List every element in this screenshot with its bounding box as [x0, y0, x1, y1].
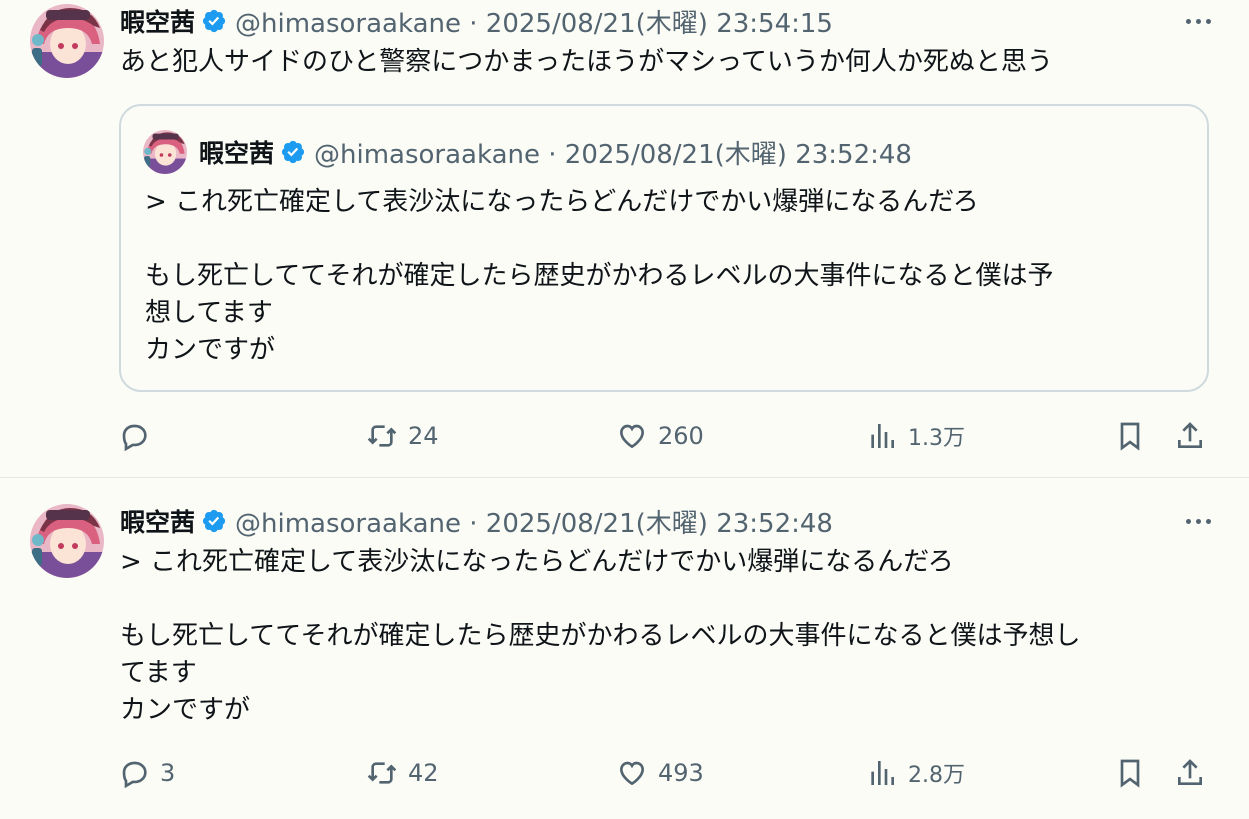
tweet-header: 暇空茜 @himasoraakane · 2025/08/21(木曜) 23:5… — [120, 503, 833, 540]
reply-button[interactable]: 3 — [118, 753, 175, 793]
like-button[interactable]: 260 — [616, 416, 704, 456]
reply-button[interactable] — [118, 416, 160, 456]
tweet-header: 暇空茜 @himasoraakane · 2025/08/21(木曜) 23:5… — [120, 3, 833, 40]
action-bar: 3 42 493 2.8万 — [118, 753, 1210, 793]
like-count: 493 — [658, 759, 704, 787]
bookmark-icon — [1120, 759, 1140, 788]
quoted-tweet-header: 暇空茜 @himasoraakane · 2025/08/21(木曜) 23:5… — [199, 134, 912, 170]
display-name[interactable]: 暇空茜 — [120, 503, 195, 539]
more-icon[interactable] — [1181, 4, 1215, 38]
handle-and-timestamp: @himasoraakane · 2025/08/21(木曜) 23:52:48 — [314, 139, 912, 170]
verified-badge-icon — [280, 139, 306, 165]
retweet-count: 24 — [408, 422, 439, 450]
reply-icon — [122, 424, 147, 452]
bookmark-icon — [1120, 422, 1140, 451]
share-icon — [1178, 759, 1202, 785]
retweet-icon — [367, 762, 397, 784]
action-bar: 24 260 1.3万 — [118, 416, 1210, 456]
retweet-icon — [367, 425, 397, 447]
views-icon — [871, 761, 894, 785]
share-button[interactable] — [1174, 416, 1206, 456]
share-icon — [1178, 422, 1202, 448]
avatar[interactable] — [30, 4, 104, 78]
share-button[interactable] — [1174, 753, 1206, 793]
views-button[interactable]: 1.3万 — [866, 416, 965, 456]
like-button[interactable]: 493 — [616, 753, 704, 793]
retweet-button[interactable]: 24 — [366, 416, 439, 456]
avatar[interactable] — [30, 504, 104, 578]
verified-badge-icon — [201, 508, 227, 534]
more-icon[interactable] — [1181, 504, 1215, 538]
quoted-tweet-text: > これ死亡確定して表沙汰になったらどんだけでかい爆弾になるんだろ もし死亡して… — [145, 187, 1054, 365]
like-icon — [619, 424, 645, 449]
views-button[interactable]: 2.8万 — [866, 753, 965, 793]
reply-icon — [122, 761, 147, 789]
quoted-tweet[interactable]: 暇空茜 @himasoraakane · 2025/08/21(木曜) 23:5… — [119, 104, 1209, 392]
tweet-text: あと犯人サイドのひと警察につかまったほうがマシっていうか何人か死ぬと思う — [120, 47, 1053, 77]
like-icon — [619, 761, 645, 786]
views-icon — [871, 424, 894, 448]
bookmark-button[interactable] — [1114, 416, 1146, 456]
tweet-text: > これ死亡確定して表沙汰になったらどんだけでかい爆弾になるんだろ もし死亡して… — [120, 547, 1081, 725]
retweet-count: 42 — [408, 759, 439, 787]
handle-and-timestamp[interactable]: @himasoraakane · 2025/08/21(木曜) 23:52:48 — [235, 503, 833, 540]
retweet-button[interactable]: 42 — [366, 753, 439, 793]
tweet-1[interactable]: 暇空茜 @himasoraakane · 2025/08/21(木曜) 23:5… — [0, 0, 1249, 478]
tweet-2[interactable]: 暇空茜 @himasoraakane · 2025/08/21(木曜) 23:5… — [0, 478, 1249, 819]
handle-and-timestamp[interactable]: @himasoraakane · 2025/08/21(木曜) 23:54:15 — [235, 3, 833, 40]
display-name[interactable]: 暇空茜 — [120, 3, 195, 39]
like-count: 260 — [658, 422, 704, 450]
display-name: 暇空茜 — [199, 139, 275, 168]
view-count: 1.3万 — [908, 426, 965, 451]
reply-count: 3 — [160, 759, 176, 787]
verified-badge-icon — [201, 8, 227, 34]
avatar — [143, 130, 187, 174]
bookmark-button[interactable] — [1114, 753, 1146, 793]
view-count: 2.8万 — [908, 763, 965, 788]
